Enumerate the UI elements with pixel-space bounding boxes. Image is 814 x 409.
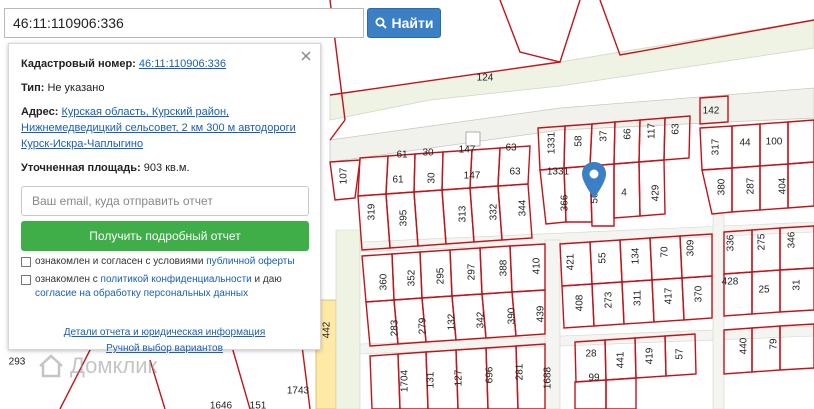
privacy-checkbox[interactable] bbox=[21, 275, 31, 285]
map-pin-icon[interactable] bbox=[582, 162, 606, 198]
panel-footer-links: Детали отчета и юридическая информация Р… bbox=[21, 325, 308, 357]
type-label: Тип: bbox=[21, 82, 45, 94]
area-value: 903 кв.м. bbox=[143, 162, 190, 174]
cadastral-number-label: Кадастровый номер: bbox=[21, 58, 136, 70]
type-value: Не указано bbox=[47, 82, 105, 94]
get-report-button[interactable]: Получить подробный отчет bbox=[21, 221, 309, 251]
area-row: Уточненная площадь: 903 кв.м. bbox=[21, 160, 308, 176]
address-label: Адрес: bbox=[21, 106, 59, 118]
cadastral-number-row: Кадастровый номер: 46:11:110906:336 bbox=[21, 56, 308, 72]
close-icon bbox=[301, 51, 311, 61]
address-row: Адрес: Курская область, Курский район, Н… bbox=[21, 104, 308, 152]
report-details-link[interactable]: Детали отчета и юридическая информация bbox=[64, 327, 266, 338]
privacy-consent: ознакомлен с политикой конфиденциальност… bbox=[21, 273, 308, 301]
area-label: Уточненная площадь: bbox=[21, 162, 141, 174]
address-link[interactable]: Курская область, Курский район, Нижнемед… bbox=[21, 106, 296, 150]
offer-consent: ознакомлен и согласен с условиями публич… bbox=[21, 255, 308, 269]
privacy-consent-label: ознакомлен с bbox=[35, 274, 98, 285]
offer-checkbox[interactable] bbox=[21, 257, 31, 267]
cadastral-number-link[interactable]: 46:11:110906:336 bbox=[139, 58, 226, 70]
public-offer-link[interactable]: публичной оферты bbox=[206, 256, 294, 267]
type-row: Тип: Не указано bbox=[21, 80, 308, 96]
search-button-label: Найти bbox=[391, 15, 434, 31]
offer-consent-label: ознакомлен и согласен с условиями bbox=[35, 256, 204, 267]
search-button[interactable]: Найти bbox=[367, 8, 441, 38]
offer-consent-text: ознакомлен и согласен с условиями публич… bbox=[35, 255, 295, 269]
privacy-consent-mid: и даю bbox=[254, 274, 282, 285]
privacy-policy-link[interactable]: политикой конфиденциальности bbox=[101, 274, 252, 285]
parcel-info-panel: Кадастровый номер: 46:11:110906:336 Тип:… bbox=[8, 43, 321, 354]
close-button[interactable] bbox=[298, 48, 314, 64]
manual-selection-link[interactable]: Ручной выбор вариантов bbox=[106, 343, 223, 354]
search-icon bbox=[375, 17, 387, 29]
search-input[interactable] bbox=[4, 8, 364, 38]
email-input[interactable] bbox=[21, 186, 309, 216]
privacy-consent-text: ознакомлен с политикой конфиденциальност… bbox=[35, 273, 308, 301]
personal-data-link[interactable]: согласие на обработку персональных данны… bbox=[35, 288, 248, 299]
